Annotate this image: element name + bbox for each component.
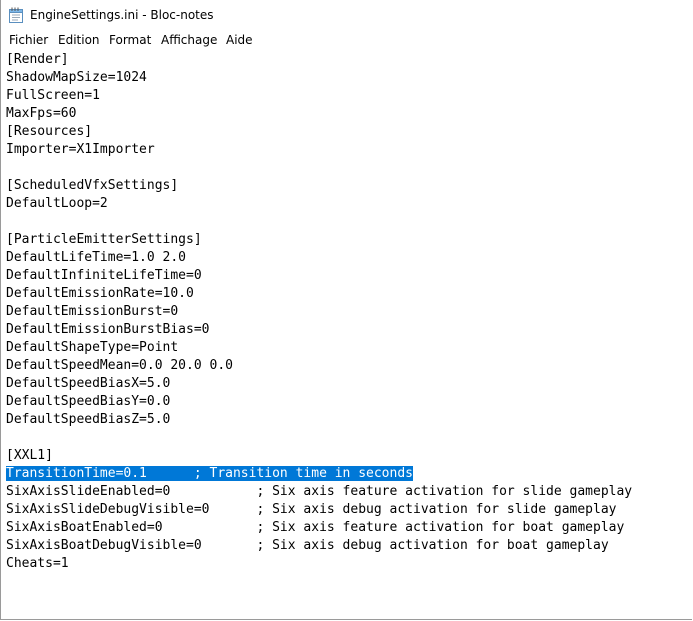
text-line: [ScheduledVfxSettings] <box>6 178 179 193</box>
menu-edition[interactable]: Edition <box>56 33 102 47</box>
menu-format[interactable]: Format <box>107 33 153 47</box>
text-line: DefaultEmissionBurstBias=0 <box>6 322 210 337</box>
text-line: SixAxisSlideDebugVisible=0 ; Six axis de… <box>6 502 617 517</box>
text-line: FullScreen=1 <box>6 88 100 103</box>
text-line: SixAxisBoatEnabled=0 ; Six axis feature … <box>6 520 625 535</box>
text-line: [XXL1] <box>6 448 53 463</box>
text-line: [Resources] <box>6 124 93 139</box>
text-line: Importer=X1Importer <box>6 142 155 157</box>
text-line: [ParticleEmitterSettings] <box>6 232 202 247</box>
menu-aide[interactable]: Aide <box>224 33 255 47</box>
text-line: DefaultEmissionRate=10.0 <box>6 286 194 301</box>
menu-fichier[interactable]: Fichier <box>7 33 50 47</box>
selected-text-line: TransitionTime=0.1 ; Transition time in … <box>6 466 413 481</box>
text-line: DefaultLoop=2 <box>6 196 108 211</box>
text-line: DefaultSpeedMean=0.0 20.0 0.0 <box>6 358 233 373</box>
title-bar[interactable]: EngineSettings.ini - Bloc-notes <box>1 0 692 30</box>
text-line: DefaultEmissionBurst=0 <box>6 304 179 319</box>
text-line: MaxFps=60 <box>6 106 77 121</box>
menu-bar: Fichier Edition Format Affichage Aide <box>1 30 692 52</box>
text-line: DefaultSpeedBiasZ=5.0 <box>6 412 171 427</box>
menu-affichage[interactable]: Affichage <box>159 33 219 47</box>
text-line: DefaultLifeTime=1.0 2.0 <box>6 250 187 265</box>
text-line: DefaultSpeedBiasX=5.0 <box>6 376 171 391</box>
text-editor[interactable]: [Render] ShadowMapSize=1024 FullScreen=1… <box>1 51 692 619</box>
text-line: DefaultInfiniteLifeTime=0 <box>6 268 202 283</box>
text-line: ShadowMapSize=1024 <box>6 70 147 85</box>
text-line: DefaultShapeType=Point <box>6 340 179 355</box>
text-line: [Render] <box>6 52 69 67</box>
text-line: SixAxisBoatDebugVisible=0 ; Six axis deb… <box>6 538 609 553</box>
text-line: SixAxisSlideEnabled=0 ; Six axis feature… <box>6 484 633 499</box>
notepad-window: EngineSettings.ini - Bloc-notes Fichier … <box>0 0 692 620</box>
window-title: EngineSettings.ini - Bloc-notes <box>30 8 214 22</box>
text-line: Cheats=1 <box>6 556 69 571</box>
notepad-icon <box>9 7 23 23</box>
text-line: DefaultSpeedBiasY=0.0 <box>6 394 171 409</box>
